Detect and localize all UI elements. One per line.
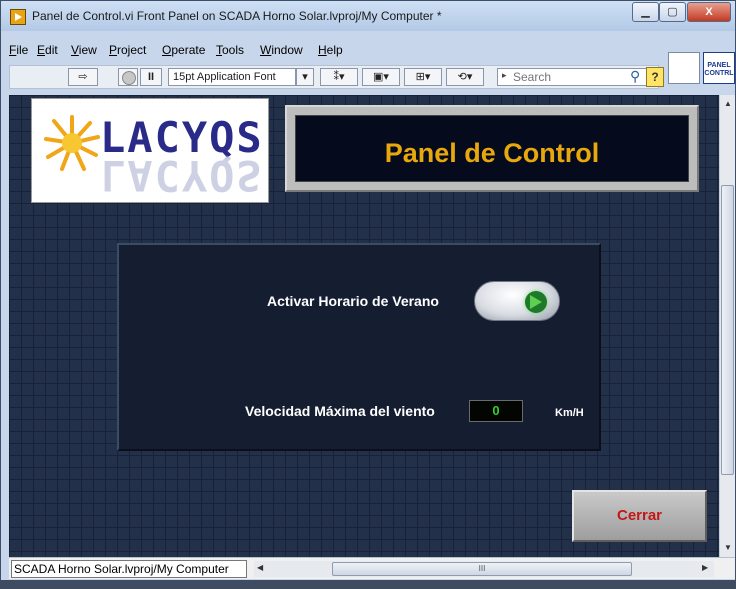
search-icon[interactable]: ⚲ (630, 68, 640, 85)
maximize-button[interactable]: ▢ (659, 2, 686, 22)
context-help-button[interactable]: ? (646, 67, 664, 87)
wind-speed-indicator: 0 (469, 400, 523, 422)
font-dropdown-arrow-icon[interactable]: ▾ (296, 68, 314, 86)
play-arrow-icon (530, 295, 542, 309)
front-panel-canvas: LACYQS LACYQS Panel de Control Activar H… (9, 95, 719, 557)
menu-file[interactable]: File (9, 43, 28, 57)
horizontal-scrollbar[interactable]: ◀ III ▶ (254, 561, 714, 577)
title-frame: Panel de Control (285, 105, 699, 192)
search-input[interactable] (513, 70, 613, 84)
menu-edit[interactable]: Edit (37, 43, 58, 57)
menu-project[interactable]: Project (109, 43, 146, 57)
window-title: Panel de Control.vi Front Panel on SCADA… (32, 9, 442, 23)
reorder-button[interactable]: ⟲▾ (446, 68, 484, 86)
dst-toggle-button[interactable] (474, 281, 560, 321)
menu-window[interactable]: Window (260, 43, 303, 57)
title-display: Panel de Control (295, 115, 689, 182)
menu-help[interactable]: Help (318, 43, 343, 57)
align-objects-button[interactable]: ⁑▾ (320, 68, 358, 86)
vertical-scroll-thumb[interactable] (721, 185, 734, 475)
close-window-button[interactable]: X (687, 2, 731, 22)
distribute-objects-button[interactable]: ▣▾ (362, 68, 400, 86)
scroll-right-icon[interactable]: ▶ (702, 563, 708, 572)
cerrar-button[interactable]: Cerrar (572, 490, 707, 542)
status-bar: SCADA Horno Solar.lvproj/My Computer ◀ I… (9, 557, 735, 579)
wind-speed-label: Velocidad Máxima del viento (245, 403, 435, 419)
project-path[interactable]: SCADA Horno Solar.lvproj/My Computer (11, 560, 247, 578)
search-expand-icon[interactable]: ▸ (502, 70, 507, 81)
settings-panel: Activar Horario de Verano Velocidad Máxi… (117, 243, 601, 451)
menu-tools[interactable]: Tools (216, 43, 244, 57)
sun-icon (44, 115, 100, 171)
labview-window: Panel de Control.vi Front Panel on SCADA… (0, 0, 736, 589)
wind-speed-unit: Km/H (555, 407, 584, 419)
resize-objects-button[interactable]: ⊞▾ (404, 68, 442, 86)
connector-pane[interactable] (668, 52, 700, 84)
search-box[interactable]: ▸ (497, 68, 647, 86)
title-bar[interactable]: Panel de Control.vi Front Panel on SCADA… (1, 1, 735, 31)
dst-label: Activar Horario de Verano (267, 293, 439, 309)
vertical-scrollbar[interactable]: ▲ ▼ (719, 95, 735, 557)
taskbar-strip (0, 580, 736, 589)
menu-view[interactable]: View (71, 43, 97, 57)
scroll-down-icon[interactable]: ▼ (724, 543, 732, 552)
minimize-button[interactable]: ▁ (632, 2, 659, 22)
menu-operate[interactable]: Operate (162, 43, 205, 57)
vi-icon[interactable]: PANEL CONTRL (703, 52, 735, 84)
labview-app-icon (10, 9, 26, 25)
pause-button[interactable]: II (140, 68, 162, 86)
abort-button[interactable] (118, 68, 138, 86)
font-select[interactable]: 15pt Application Font (168, 68, 296, 86)
logo-text-reflection: LACYQS (100, 151, 264, 200)
toolbar: ⇨ II 15pt Application Font ▾ ⁑▾ ▣▾ ⊞▾ ⟲▾… (9, 65, 659, 89)
run-button[interactable]: ⇨ (68, 68, 98, 86)
scroll-left-icon[interactable]: ◀ (257, 563, 263, 572)
page-title: Panel de Control (384, 138, 600, 168)
lacyqs-logo: LACYQS LACYQS (31, 98, 269, 203)
horizontal-scroll-thumb[interactable]: III (332, 562, 632, 576)
scroll-up-icon[interactable]: ▲ (724, 99, 732, 108)
